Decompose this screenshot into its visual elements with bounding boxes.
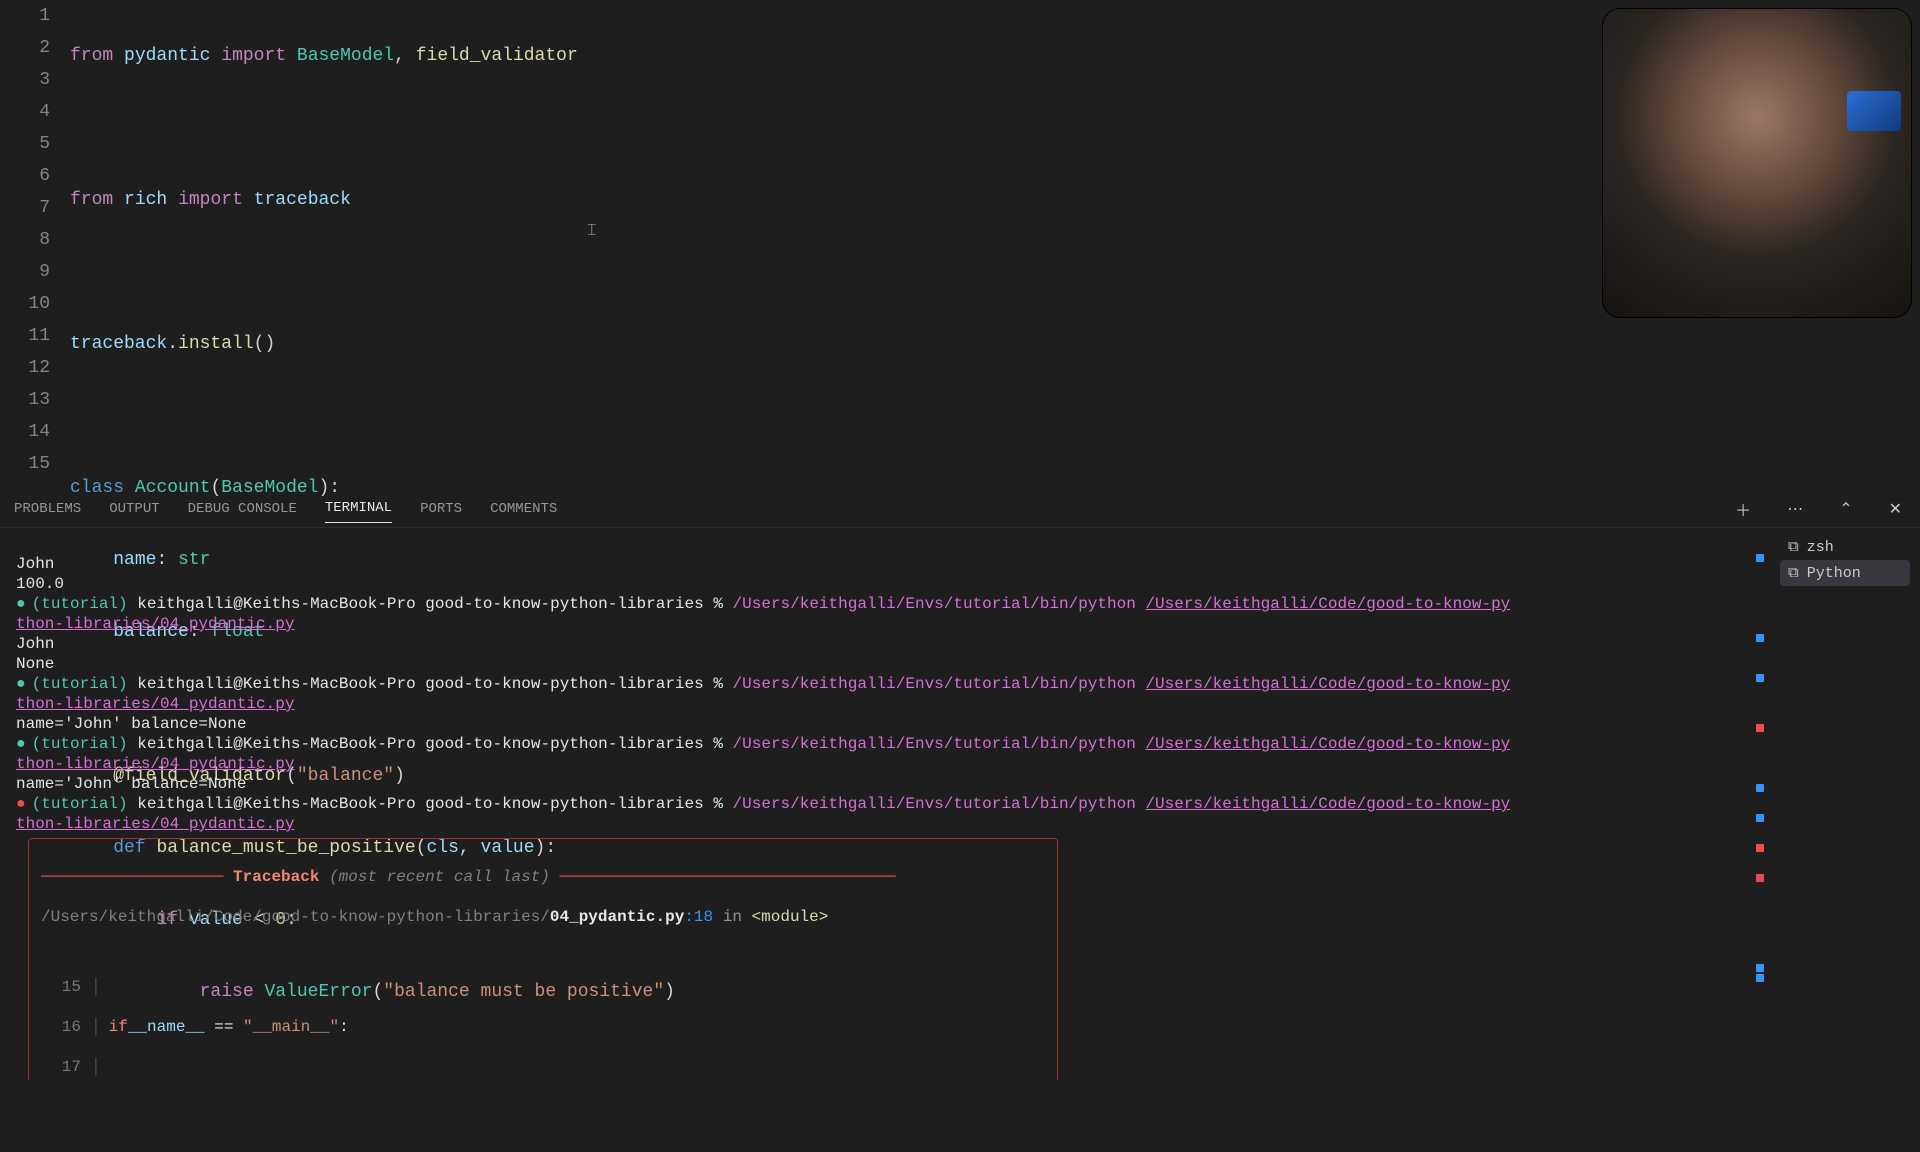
shell-item-python[interactable]: ⧉ Python <box>1780 560 1910 586</box>
tab-ports[interactable]: PORTS <box>420 501 462 517</box>
terminal-line: John <box>16 555 54 573</box>
prompt-error-indicator-icon <box>16 795 32 813</box>
tab-comments[interactable]: COMMENTS <box>490 501 557 517</box>
maximize-panel-icon[interactable]: ⌃ <box>1835 499 1856 519</box>
terminal-line: name='John' balance=None <box>16 775 246 793</box>
terminal-output[interactable]: John 100.0 (tutorial) keithgalli@Keiths-… <box>0 528 1770 1080</box>
line-number-gutter: 1 2 3 4 5 6 7 8 9 10 11 12 13 14 15 <box>0 0 70 490</box>
terminal-line: John <box>16 635 54 653</box>
terminal-line: None <box>16 655 54 673</box>
line-number: 10 <box>0 288 50 320</box>
code-line[interactable]: traceback.install() <box>70 328 1920 360</box>
line-number: 13 <box>0 384 50 416</box>
line-number: 5 <box>0 128 50 160</box>
tab-output[interactable]: OUTPUT <box>109 501 159 517</box>
tab-debug-console[interactable]: DEBUG CONSOLE <box>188 501 297 517</box>
prompt-indicator-icon <box>16 735 32 753</box>
traceback-panel: ─────────────────── Traceback (most rece… <box>28 838 1058 1080</box>
terminal-line: name='John' balance=None <box>16 715 246 733</box>
line-number: 4 <box>0 96 50 128</box>
terminal-overview-ruler[interactable] <box>1750 534 1764 1064</box>
line-number: 15 <box>0 448 50 480</box>
more-actions-icon[interactable]: ⋯ <box>1783 499 1807 519</box>
terminal-icon: ⧉ <box>1788 564 1799 582</box>
line-number: 8 <box>0 224 50 256</box>
webcam-overlay <box>1602 8 1912 318</box>
shell-label: Python <box>1807 565 1861 582</box>
terminal-icon: ⧉ <box>1788 538 1799 556</box>
terminal-line: 100.0 <box>16 575 64 593</box>
code-line[interactable] <box>70 400 1920 432</box>
line-number: 6 <box>0 160 50 192</box>
line-number: 9 <box>0 256 50 288</box>
new-terminal-icon[interactable]: ＋ <box>1731 497 1755 521</box>
shell-item-zsh[interactable]: ⧉ zsh <box>1780 534 1910 560</box>
line-number: 1 <box>0 0 50 32</box>
line-number: 7 <box>0 192 50 224</box>
text-cursor-icon: ⌶ <box>587 222 599 242</box>
line-number: 2 <box>0 32 50 64</box>
line-number: 14 <box>0 416 50 448</box>
line-number: 11 <box>0 320 50 352</box>
terminal-shell-list: ⧉ zsh ⧉ Python <box>1770 528 1920 1080</box>
prompt-indicator-icon <box>16 675 32 693</box>
tab-problems[interactable]: PROBLEMS <box>14 501 81 517</box>
prompt-indicator-icon <box>16 595 32 613</box>
line-number: 12 <box>0 352 50 384</box>
line-number: 3 <box>0 64 50 96</box>
tab-terminal[interactable]: TERMINAL <box>325 500 392 523</box>
shell-label: zsh <box>1807 539 1834 556</box>
close-panel-icon[interactable]: ✕ <box>1885 499 1906 519</box>
